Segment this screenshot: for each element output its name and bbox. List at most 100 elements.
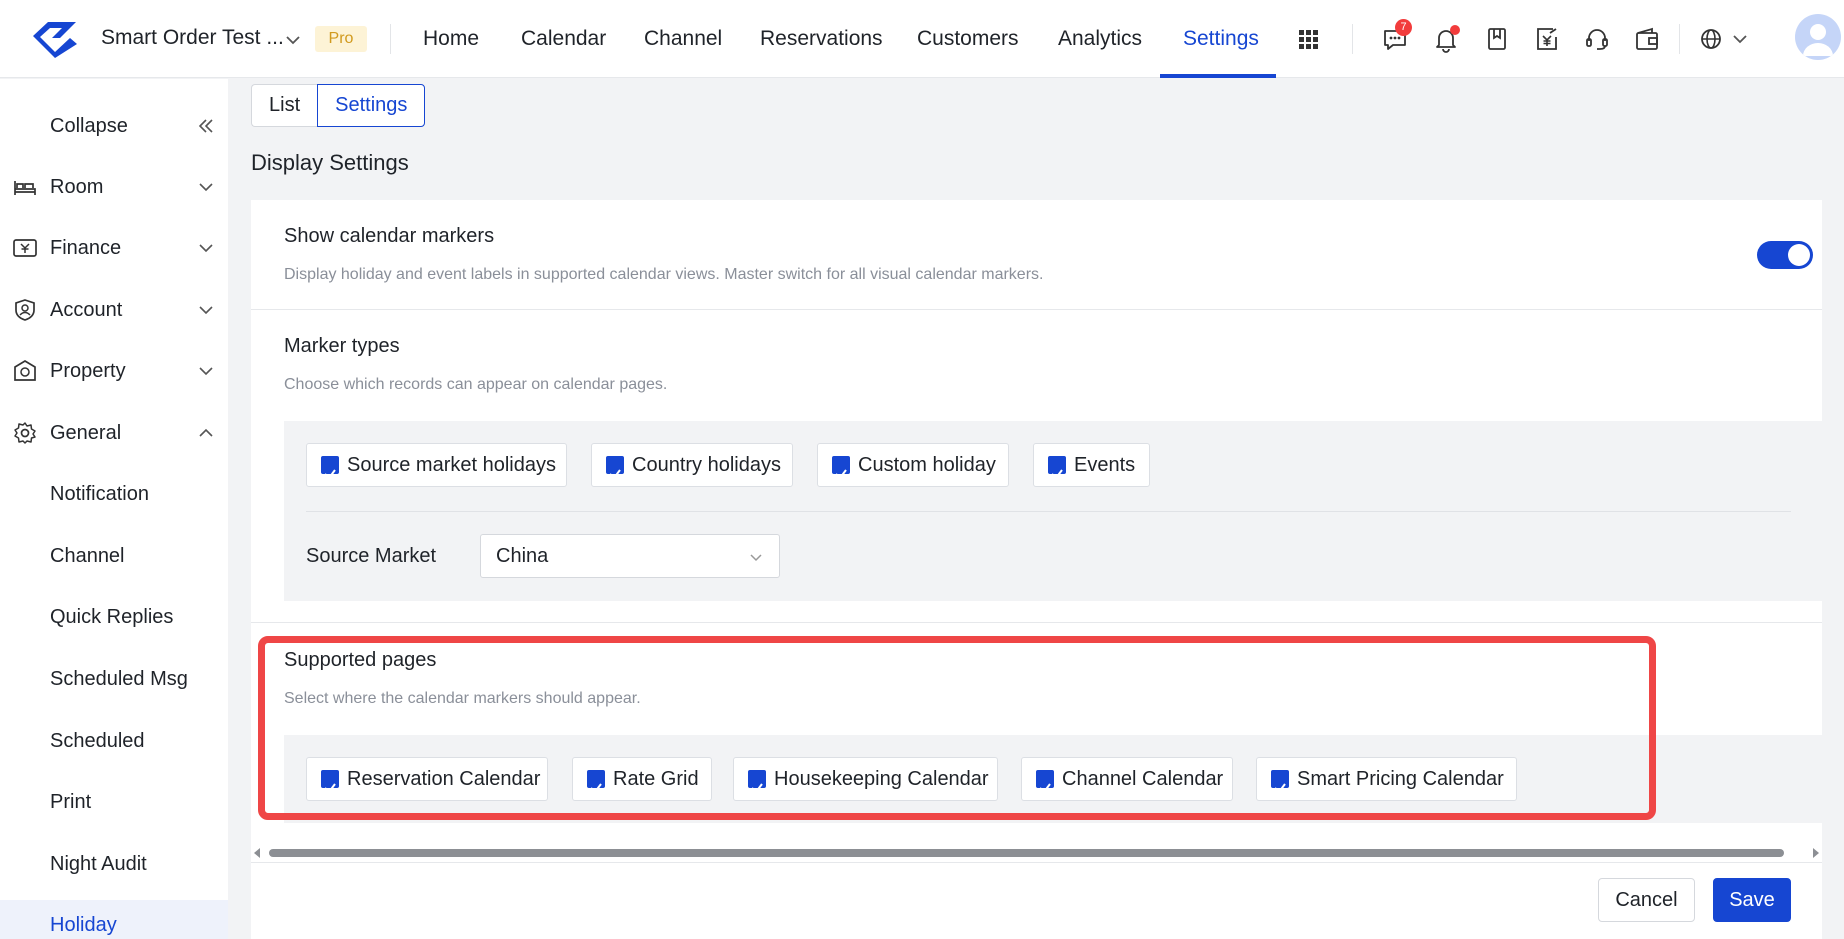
sidebar-subitem-holiday[interactable]: Holiday — [0, 900, 228, 939]
marker-types-description: Choose which records can appear on calen… — [284, 376, 668, 393]
source-market-select[interactable]: China — [480, 534, 780, 578]
user-avatar-icon — [1803, 24, 1833, 56]
checkbox-events[interactable]: Events — [1033, 443, 1150, 487]
sidebar-item-general[interactable]: General — [0, 408, 228, 458]
toggle-knob — [1788, 244, 1810, 266]
bed-icon — [14, 181, 36, 195]
message-count-badge: 7 — [1395, 19, 1412, 36]
sidebar-item-label: General — [50, 422, 122, 444]
supported-pages-highlight — [258, 636, 1656, 820]
chevron-down-icon — [199, 306, 213, 315]
chevron-down-icon — [199, 367, 213, 376]
horizontal-scrollbar[interactable] — [251, 843, 1822, 861]
marker-types-title: Marker types — [284, 335, 400, 357]
sidebar-item-label: Channel — [50, 545, 125, 567]
gear-icon — [14, 422, 36, 444]
sidebar-item-label: Night Audit — [50, 853, 147, 875]
organization-name[interactable]: Smart Order Test ... — [101, 26, 284, 50]
invoice-yen-icon[interactable] — [1533, 25, 1561, 53]
sidebar-subitem-channel[interactable]: Channel — [0, 531, 228, 581]
nav-analytics[interactable]: Analytics — [1058, 0, 1142, 78]
nav-customers[interactable]: Customers — [917, 0, 1019, 78]
tab-settings[interactable]: Settings — [317, 84, 426, 127]
checkbox-label: Events — [1074, 454, 1136, 476]
sidebar-item-label: Print — [50, 791, 92, 813]
checkbox-country-holidays[interactable]: Country holidays — [591, 443, 793, 487]
view-tabs: List Settings — [251, 84, 426, 127]
sidebar-item-label: Quick Replies — [50, 606, 174, 628]
checkbox-label: Custom holiday — [858, 454, 996, 476]
app-logo-icon[interactable] — [30, 16, 80, 60]
sidebar-item-label: Finance — [50, 237, 122, 259]
top-navigation-bar: Smart Order Test ... Pro Home Calendar C… — [0, 0, 1844, 78]
divider — [251, 309, 1822, 310]
bookmark-icon[interactable] — [1483, 25, 1511, 53]
notification-dot — [1450, 25, 1460, 35]
headset-icon[interactable] — [1583, 25, 1611, 53]
sidebar-item-label: Holiday — [50, 914, 117, 936]
chevron-down-icon — [750, 554, 762, 562]
sidebar-subitem-scheduled[interactable]: Scheduled — [0, 716, 228, 766]
wallet-icon[interactable] — [1633, 25, 1661, 53]
show-markers-description: Display holiday and event labels in supp… — [284, 266, 1044, 283]
divider — [1679, 24, 1680, 54]
chevron-down-icon[interactable] — [283, 30, 303, 50]
sidebar-subitem-print[interactable]: Print — [0, 777, 228, 827]
form-footer: Cancel Save — [251, 862, 1822, 939]
chevron-down-icon — [199, 183, 213, 192]
nav-channel[interactable]: Channel — [644, 0, 722, 78]
sidebar-item-room[interactable]: Room — [0, 162, 228, 212]
chevron-up-icon — [199, 428, 213, 437]
display-settings-card: Show calendar markers Display holiday an… — [251, 200, 1822, 939]
nav-calendar[interactable]: Calendar — [521, 0, 606, 78]
chevron-down-icon — [199, 244, 213, 253]
divider — [306, 511, 1791, 512]
checkbox-checked-icon — [321, 456, 339, 480]
show-markers-title: Show calendar markers — [284, 225, 495, 247]
plan-badge: Pro — [315, 26, 367, 52]
checkbox-label: Country holidays — [632, 454, 781, 476]
sidebar-collapse-label: Collapse — [50, 115, 128, 137]
nav-reservations[interactable]: Reservations — [760, 0, 883, 78]
page-title: Display Settings — [251, 150, 409, 175]
sidebar-item-property[interactable]: Property — [0, 346, 228, 396]
show-markers-toggle[interactable] — [1757, 241, 1813, 269]
sidebar-item-label: Property — [50, 360, 126, 382]
globe-icon[interactable] — [1697, 25, 1725, 53]
settings-sidebar: Collapse Room Finance Account Property G… — [0, 79, 228, 939]
sidebar-subitem-night-audit[interactable]: Night Audit — [0, 839, 228, 889]
divider — [251, 622, 1822, 623]
scrollbar-thumb[interactable] — [269, 849, 1784, 857]
active-nav-indicator — [1160, 74, 1276, 78]
sidebar-item-label: Account — [50, 299, 123, 321]
sidebar-item-finance[interactable]: Finance — [0, 223, 228, 273]
nav-settings[interactable]: Settings — [1183, 0, 1259, 78]
save-button[interactable]: Save — [1713, 878, 1791, 922]
nav-home[interactable]: Home — [423, 0, 479, 78]
tab-list[interactable]: List — [251, 84, 318, 127]
checkbox-checked-icon — [832, 456, 850, 480]
sidebar-collapse[interactable]: Collapse — [0, 101, 228, 151]
source-market-label: Source Market — [306, 545, 437, 567]
sidebar-item-account[interactable]: Account — [0, 285, 228, 335]
user-avatar[interactable] — [1795, 14, 1841, 60]
scroll-left-arrow-icon[interactable] — [253, 848, 261, 858]
divider — [1352, 24, 1353, 54]
sidebar-subitem-scheduled-msg[interactable]: Scheduled Msg — [0, 654, 228, 704]
marker-types-panel: Source market holidays Country holidays … — [284, 421, 1822, 601]
checkbox-label: Source market holidays — [347, 454, 556, 476]
scroll-right-arrow-icon[interactable] — [1812, 848, 1820, 858]
sidebar-item-label: Scheduled — [50, 730, 145, 752]
cancel-button[interactable]: Cancel — [1598, 878, 1695, 922]
property-icon — [14, 360, 36, 381]
checkbox-custom-holiday[interactable]: Custom holiday — [817, 443, 1009, 487]
sidebar-subitem-quick-replies[interactable]: Quick Replies — [0, 592, 228, 642]
chevron-down-icon[interactable] — [1730, 29, 1750, 49]
sidebar-subitem-notification[interactable]: Notification — [0, 469, 228, 519]
double-chevron-left-icon[interactable] — [196, 116, 216, 136]
sidebar-item-label: Room — [50, 176, 104, 198]
sidebar-item-label: Notification — [50, 483, 149, 505]
finance-icon — [13, 239, 37, 257]
checkbox-source-market-holidays[interactable]: Source market holidays — [306, 443, 567, 487]
apps-grid-icon[interactable] — [1295, 26, 1321, 52]
